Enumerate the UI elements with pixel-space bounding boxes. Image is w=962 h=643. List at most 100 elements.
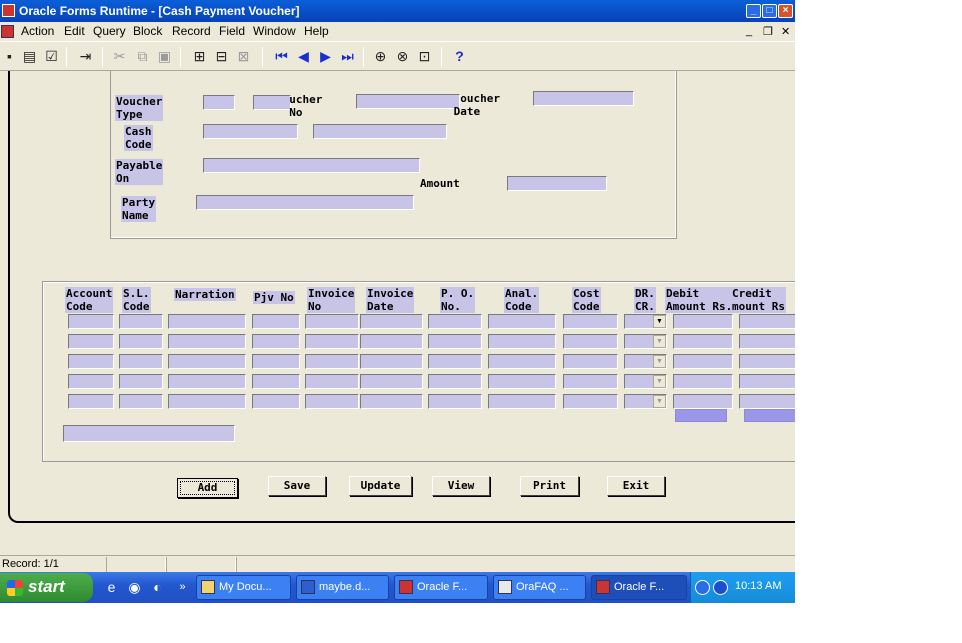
detail-row-5-po-no-field[interactable]: [428, 394, 482, 409]
taskbar-item-oracle-forms-1[interactable]: Oracle F...: [394, 575, 488, 600]
payable-on-field[interactable]: [203, 158, 420, 173]
clear-form-icon[interactable]: ☑: [42, 47, 61, 66]
detail-row-4-pjv-no-field[interactable]: [252, 374, 300, 389]
save-icon[interactable]: ▪: [0, 47, 19, 66]
menu-query[interactable]: Query: [93, 24, 126, 38]
save-button[interactable]: Save: [268, 476, 326, 496]
detail-row-1-anal-code-field[interactable]: [488, 314, 556, 329]
detail-row-1-sl-code-field[interactable]: [119, 314, 163, 329]
last-record-icon[interactable]: ⏭: [338, 47, 357, 66]
detail-row-1-po-no-field[interactable]: [428, 314, 482, 329]
detail-row-1-dr-cr-select[interactable]: ▼: [624, 314, 667, 329]
detail-row-3-invoice-date-field[interactable]: [360, 354, 423, 369]
chevron-down-icon[interactable]: ▼: [653, 355, 666, 368]
exit-button[interactable]: Exit: [607, 476, 665, 496]
detail-row-1-credit-amount-field[interactable]: [739, 314, 795, 329]
detail-row-5-sl-code-field[interactable]: [119, 394, 163, 409]
detail-row-4-narration-field[interactable]: [168, 374, 246, 389]
detail-row-5-credit-amount-field[interactable]: [739, 394, 795, 409]
detail-row-1-account-code-field[interactable]: [68, 314, 114, 329]
print-button[interactable]: Print: [520, 476, 579, 496]
lock-record-icon[interactable]: ⊡: [415, 47, 434, 66]
tray-volume-icon[interactable]: [713, 580, 728, 595]
start-button[interactable]: start: [0, 573, 93, 602]
copy-icon[interactable]: ⧉: [133, 47, 152, 66]
detail-row-3-pjv-no-field[interactable]: [252, 354, 300, 369]
detail-row-2-credit-amount-field[interactable]: [739, 334, 795, 349]
mdi-restore-icon[interactable]: ❐: [763, 25, 773, 38]
detail-row-1-cost-code-field[interactable]: [563, 314, 618, 329]
menu-field[interactable]: Field: [219, 24, 245, 38]
chevron-down-icon[interactable]: ▼: [653, 395, 666, 408]
print-icon[interactable]: ▤: [20, 47, 39, 66]
internet-explorer-icon[interactable]: e: [103, 579, 120, 596]
detail-row-5-invoice-date-field[interactable]: [360, 394, 423, 409]
menu-window[interactable]: Window: [253, 24, 296, 38]
amount-field[interactable]: [507, 176, 607, 191]
party-name-field[interactable]: [196, 195, 414, 210]
detail-row-4-po-no-field[interactable]: [428, 374, 482, 389]
cash-code-description-field[interactable]: [313, 124, 447, 139]
detail-row-2-dr-cr-select[interactable]: ▼: [624, 334, 667, 349]
detail-row-5-cost-code-field[interactable]: [563, 394, 618, 409]
detail-row-2-sl-code-field[interactable]: [119, 334, 163, 349]
detail-row-2-debit-amount-field[interactable]: [673, 334, 733, 349]
detail-row-5-invoice-no-field[interactable]: [305, 394, 359, 409]
view-button[interactable]: View: [432, 476, 490, 496]
menu-action[interactable]: Action: [21, 24, 54, 38]
menu-record[interactable]: Record: [172, 24, 211, 38]
detail-row-4-dr-cr-select[interactable]: ▼: [624, 374, 667, 389]
detail-row-3-debit-amount-field[interactable]: [673, 354, 733, 369]
chevron-down-icon[interactable]: ▼: [653, 335, 666, 348]
detail-row-4-sl-code-field[interactable]: [119, 374, 163, 389]
delete-record-icon[interactable]: ⊗: [393, 47, 412, 66]
detail-row-4-debit-amount-field[interactable]: [673, 374, 733, 389]
detail-row-3-narration-field[interactable]: [168, 354, 246, 369]
help-icon[interactable]: ?: [450, 47, 469, 66]
exit-form-icon[interactable]: ⇥: [76, 47, 95, 66]
cash-code-field[interactable]: [203, 124, 298, 139]
cut-icon[interactable]: ✂: [110, 47, 129, 66]
detail-row-5-dr-cr-select[interactable]: ▼: [624, 394, 667, 409]
maximize-button[interactable]: □: [762, 4, 777, 18]
detail-row-3-cost-code-field[interactable]: [563, 354, 618, 369]
voucher-type-field[interactable]: [203, 95, 235, 110]
previous-record-icon[interactable]: ◀: [294, 47, 313, 66]
detail-row-2-cost-code-field[interactable]: [563, 334, 618, 349]
detail-row-1-pjv-no-field[interactable]: [252, 314, 300, 329]
detail-row-4-invoice-date-field[interactable]: [360, 374, 423, 389]
taskbar-item-my-documents[interactable]: My Docu...: [196, 575, 291, 600]
voucher-no-ext-field[interactable]: [356, 94, 460, 109]
execute-query-icon[interactable]: ⊟: [212, 47, 231, 66]
next-record-icon[interactable]: ▶: [316, 47, 335, 66]
detail-row-3-account-code-field[interactable]: [68, 354, 114, 369]
add-button[interactable]: Add: [177, 478, 238, 498]
first-record-icon[interactable]: ⏮: [272, 47, 291, 66]
message-field[interactable]: [63, 425, 235, 442]
taskbar-item-maybe-doc[interactable]: maybe.d...: [296, 575, 389, 600]
detail-row-2-account-code-field[interactable]: [68, 334, 114, 349]
quicklaunch-app-icon[interactable]: ◉: [126, 579, 143, 596]
detail-row-2-invoice-date-field[interactable]: [360, 334, 423, 349]
quicklaunch-media-icon[interactable]: ◐: [149, 579, 166, 596]
detail-row-3-sl-code-field[interactable]: [119, 354, 163, 369]
detail-row-2-narration-field[interactable]: [168, 334, 246, 349]
detail-row-3-anal-code-field[interactable]: [488, 354, 556, 369]
minimize-button[interactable]: _: [746, 4, 761, 18]
tray-expand-icon[interactable]: [695, 580, 710, 595]
mdi-minimize-icon[interactable]: _: [746, 25, 752, 37]
menu-help[interactable]: Help: [304, 24, 329, 38]
detail-row-4-credit-amount-field[interactable]: [739, 374, 795, 389]
detail-row-4-anal-code-field[interactable]: [488, 374, 556, 389]
update-button[interactable]: Update: [349, 476, 412, 496]
detail-row-2-invoice-no-field[interactable]: [305, 334, 359, 349]
detail-row-3-dr-cr-select[interactable]: ▼: [624, 354, 667, 369]
detail-row-4-invoice-no-field[interactable]: [305, 374, 359, 389]
detail-row-2-anal-code-field[interactable]: [488, 334, 556, 349]
menu-block[interactable]: Block: [133, 24, 162, 38]
detail-row-5-pjv-no-field[interactable]: [252, 394, 300, 409]
mdi-close-icon[interactable]: ✕: [781, 25, 790, 38]
menu-edit[interactable]: Edit: [64, 24, 85, 38]
detail-row-3-invoice-no-field[interactable]: [305, 354, 359, 369]
quicklaunch-more-icon[interactable]: »: [174, 579, 191, 596]
